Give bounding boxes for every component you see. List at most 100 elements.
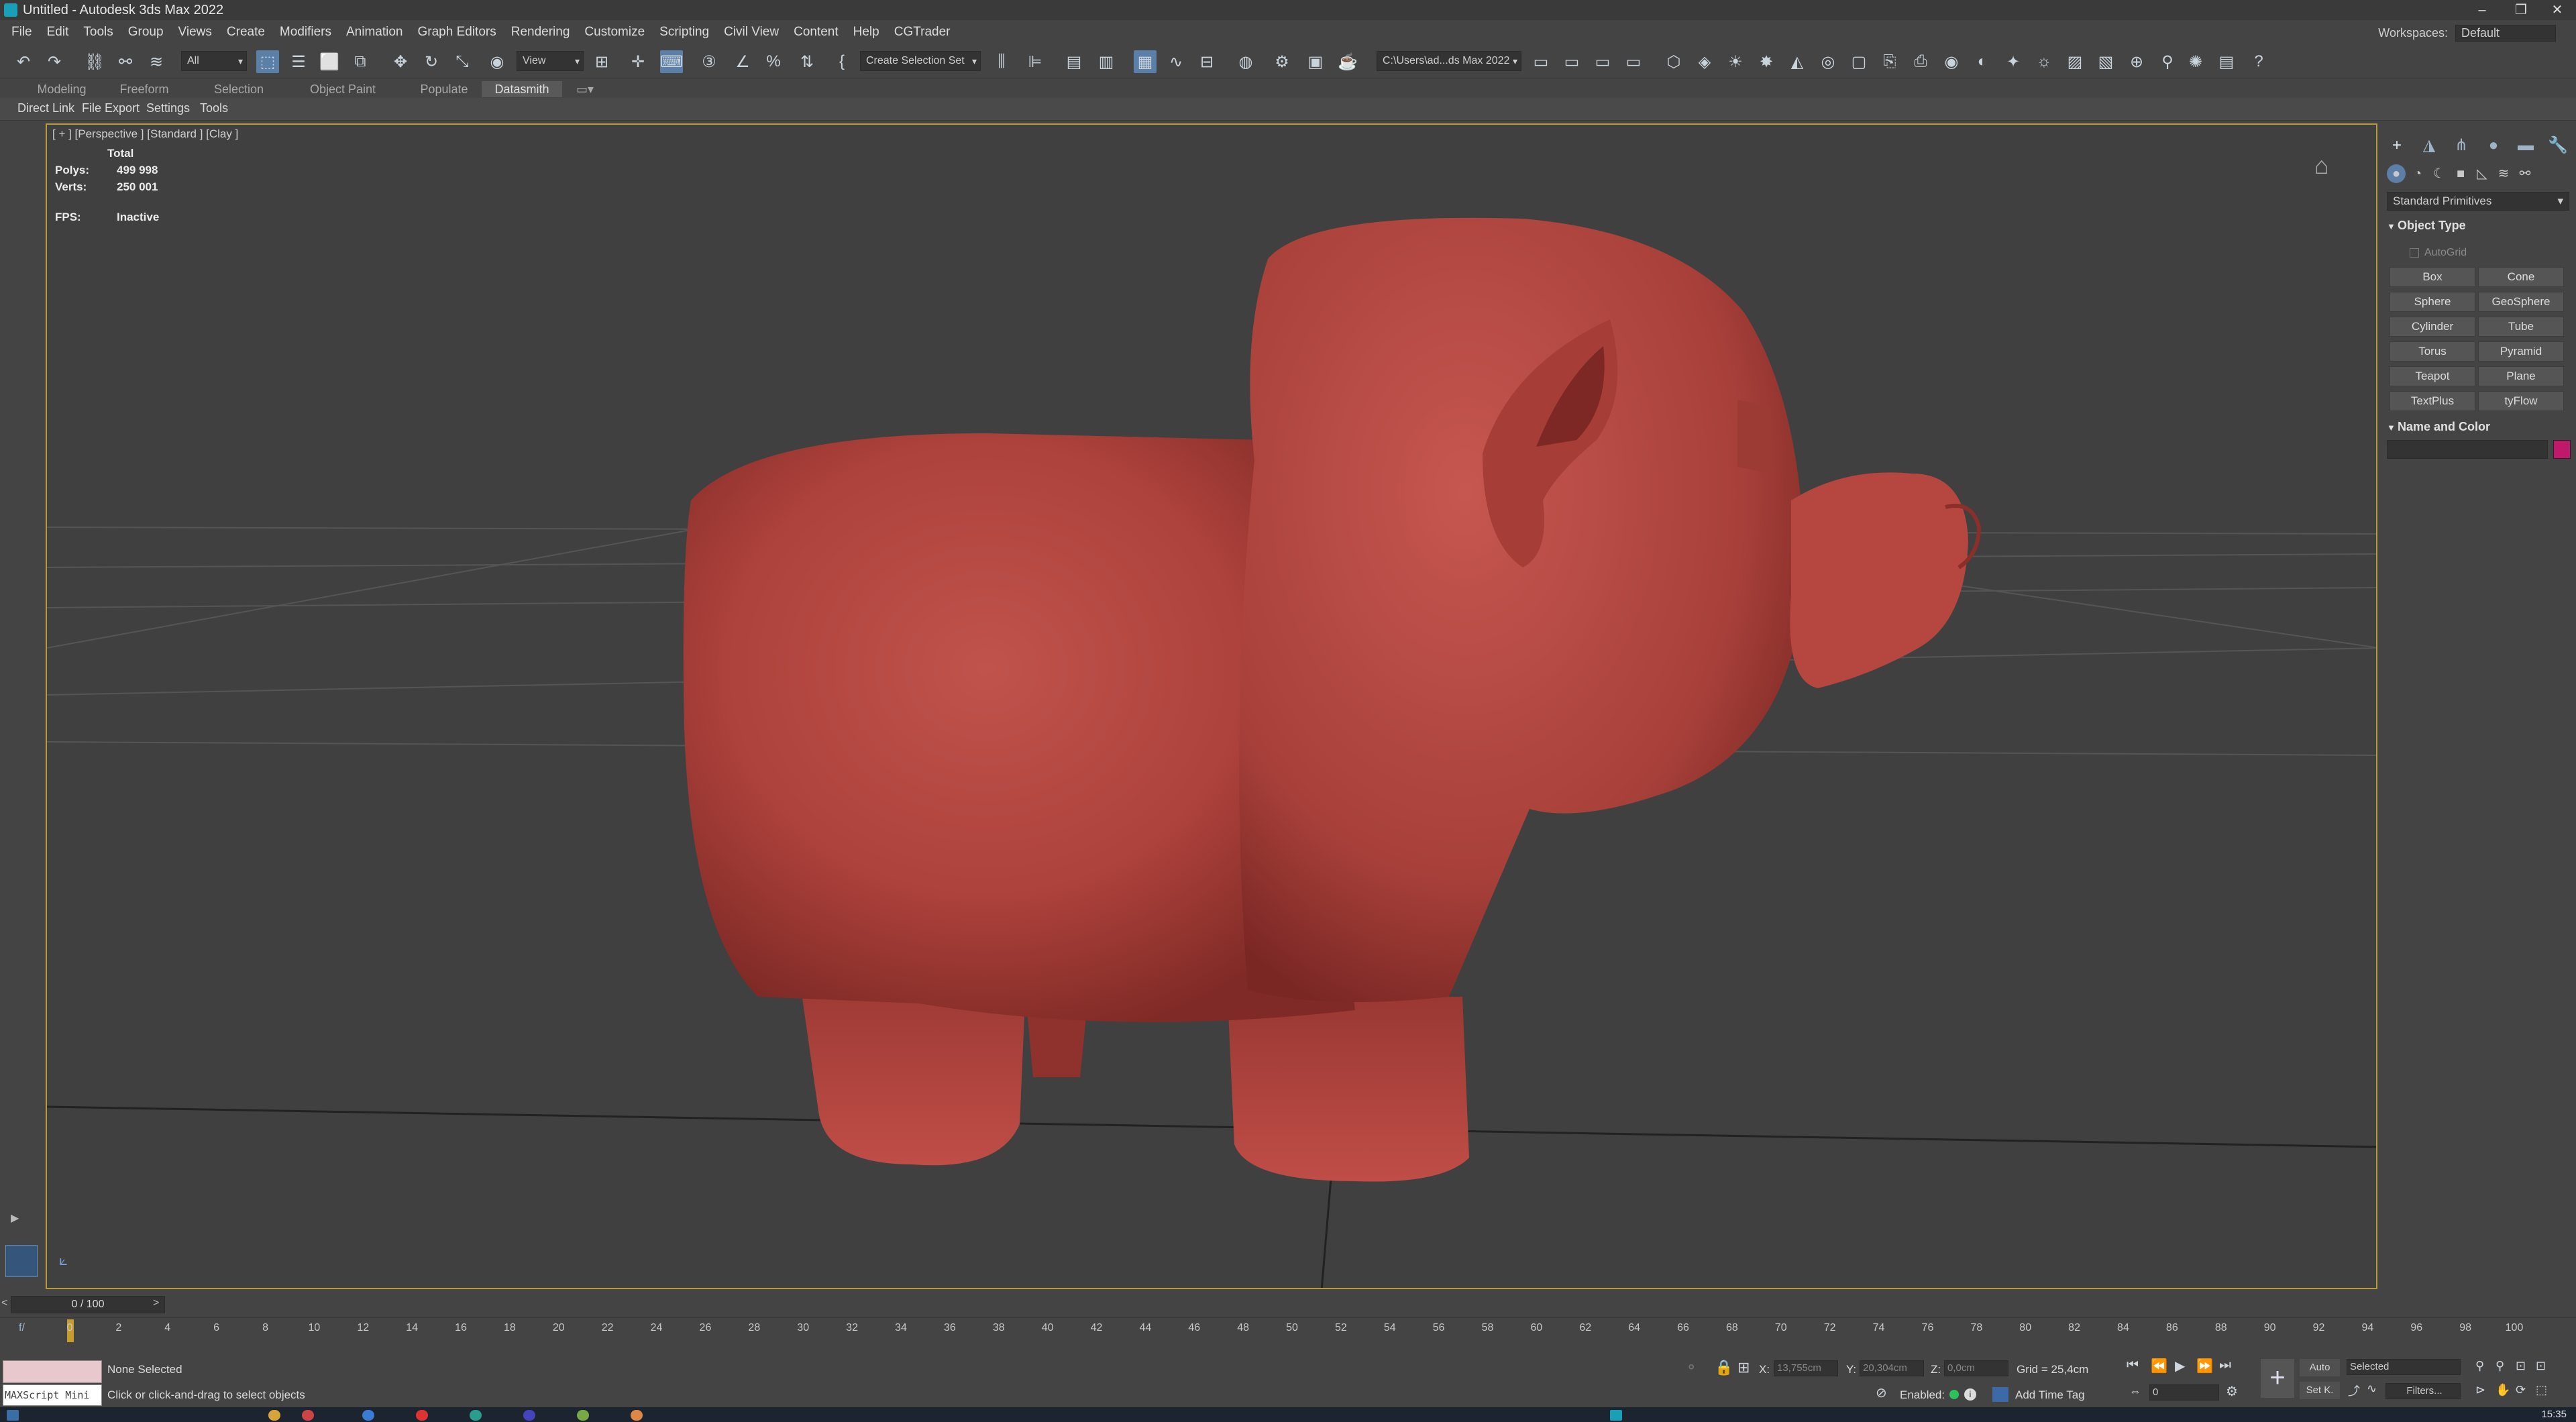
tool-icon-20[interactable]: ⚲	[2156, 50, 2179, 73]
datasmith-direct-link[interactable]: Direct Link	[17, 101, 74, 115]
cgtrader-icon[interactable]: ✺	[2184, 50, 2207, 73]
start-icon[interactable]	[7, 1410, 19, 1421]
track-bar[interactable]: f/ 0 2 4 6 8 10 12 14 16 18 20 22 24 26 28 30 32 34 36 38 40…	[0, 1317, 2576, 1350]
tool-icon-19[interactable]: ⊕	[2125, 50, 2148, 73]
tool-icon-7[interactable]: ✸	[1755, 50, 1778, 73]
viewcube-icon[interactable]: ⌂	[2314, 152, 2355, 179]
zoom-extents-icon[interactable]: ⊡	[2516, 1359, 2526, 1373]
maxscript-mini-field[interactable]: MAXScript Mini	[3, 1384, 102, 1406]
tool-icon-13[interactable]: ◉	[1940, 50, 1963, 73]
bind-spacewarp-icon[interactable]: ≋	[145, 50, 168, 73]
isolate-selection-icon[interactable]: ⚬	[1685, 1359, 1697, 1376]
z-coord-field[interactable]: 0,0cm	[1944, 1360, 2008, 1376]
move-icon[interactable]: ✥	[389, 50, 412, 73]
link-icon[interactable]: ⛓	[83, 50, 106, 73]
maximize-viewport-icon[interactable]: ⬚	[2536, 1383, 2547, 1397]
key-filter-dropdown[interactable]: Selected	[2347, 1359, 2461, 1375]
clay-pig-model[interactable]	[683, 217, 1982, 1182]
box-button[interactable]: Box	[2390, 267, 2475, 287]
taskbar-app-3-icon[interactable]	[362, 1410, 374, 1421]
material-editor-icon[interactable]: ◍	[1234, 50, 1257, 73]
menu-create[interactable]: Create	[219, 20, 272, 44]
maxscript-listener-field[interactable]	[3, 1360, 102, 1383]
tyflow-button[interactable]: tyFlow	[2478, 391, 2564, 411]
create-tab-icon[interactable]: +	[2387, 135, 2407, 156]
workspaces-selector[interactable]: Workspaces: Default	[2378, 25, 2556, 42]
hierarchy-tab-icon[interactable]: ⋔	[2451, 135, 2471, 156]
teapot-button[interactable]: Teapot	[2390, 366, 2475, 386]
modify-tab-icon[interactable]: ◮	[2419, 135, 2439, 156]
cameras-icon[interactable]: ■	[2451, 164, 2470, 183]
help-icon[interactable]: ?	[2247, 50, 2270, 73]
rect-selection-icon[interactable]: ⬜	[318, 50, 341, 73]
datasmith-settings[interactable]: Settings	[146, 101, 190, 115]
window-crossing-icon[interactable]: ⧉	[349, 50, 372, 73]
display-tab-icon[interactable]: ▬	[2516, 135, 2536, 156]
tool-icon-17[interactable]: ▨	[2063, 50, 2086, 73]
shapes-icon[interactable]: ◔	[2408, 164, 2427, 183]
cylinder-button[interactable]: Cylinder	[2390, 317, 2475, 337]
menu-scripting[interactable]: Scripting	[652, 20, 716, 44]
fov-icon[interactable]: ⊳	[2475, 1383, 2485, 1397]
menu-file[interactable]: File	[4, 20, 40, 44]
undo-icon[interactable]: ↶	[12, 50, 35, 73]
goto-end-icon[interactable]: ⏭	[2219, 1358, 2231, 1373]
schematic-view-icon[interactable]: ⊟	[1195, 50, 1218, 73]
datasmith-tools[interactable]: Tools	[200, 101, 228, 115]
key-tangent-2-icon[interactable]: ∿	[2367, 1382, 2377, 1396]
pyramid-button[interactable]: Pyramid	[2478, 341, 2564, 362]
pan-icon[interactable]: ✋	[2496, 1383, 2510, 1397]
tool-icon-5[interactable]: ⬡	[1662, 50, 1685, 73]
ref-coord-dropdown[interactable]: View	[517, 51, 584, 71]
taskbar-3dsmax-icon[interactable]	[1610, 1410, 1622, 1421]
info-icon[interactable]: i	[1964, 1388, 1976, 1401]
tool-icon-21[interactable]: ▤	[2215, 50, 2238, 73]
cone-button[interactable]: Cone	[2478, 267, 2564, 287]
taskbar-app-8-icon[interactable]	[631, 1410, 643, 1421]
object-color-swatch[interactable]	[2553, 440, 2571, 459]
sphere-button[interactable]: Sphere	[2390, 292, 2475, 312]
tool-icon-1[interactable]: ▭	[1529, 50, 1552, 73]
selection-filter-dropdown[interactable]: All	[181, 51, 247, 71]
orbit-icon[interactable]: ⟳	[2516, 1383, 2526, 1397]
menu-help[interactable]: Help	[846, 20, 887, 44]
project-folder-dropdown[interactable]: C:\Users\ad...ds Max 2022	[1377, 51, 1521, 71]
systems-icon[interactable]: ⚯	[2516, 164, 2534, 183]
utilities-tab-icon[interactable]: 🔧	[2548, 135, 2568, 156]
place-icon[interactable]: ◉	[486, 50, 508, 73]
toggle-ribbon-icon[interactable]: ▦	[1134, 50, 1157, 73]
lights-icon[interactable]: ☾	[2430, 164, 2449, 183]
tab-modeling[interactable]: Modeling	[27, 81, 97, 97]
add-time-tag[interactable]: Add Time Tag	[2015, 1388, 2085, 1402]
play-icon[interactable]: ▶	[2175, 1358, 2185, 1374]
taskbar-app-7-icon[interactable]	[577, 1410, 589, 1421]
absolute-mode-icon[interactable]: ⊞	[1737, 1359, 1750, 1376]
minimize-button[interactable]: –	[2463, 0, 2501, 20]
render-setup-icon[interactable]: ⚙	[1271, 50, 1293, 73]
viewport-layout-icon[interactable]	[5, 1245, 38, 1277]
percent-snap-icon[interactable]: %	[762, 50, 785, 73]
tool-icon-4[interactable]: ▭	[1622, 50, 1645, 73]
tab-freeform[interactable]: Freeform	[107, 81, 181, 97]
tool-icon-2[interactable]: ▭	[1560, 50, 1583, 73]
taskbar-app-1-icon[interactable]	[268, 1410, 280, 1421]
prev-frame-icon[interactable]: ⏪	[2151, 1358, 2167, 1374]
light-icon[interactable]: ☀	[1724, 50, 1747, 73]
unlink-icon[interactable]: ⚯	[114, 50, 137, 73]
render-icon[interactable]: ☕	[1336, 50, 1359, 73]
key-tangent-icon[interactable]: ⤴	[2348, 1382, 2360, 1399]
set-key-icon[interactable]: +	[2261, 1359, 2294, 1398]
motion-tab-icon[interactable]: ●	[2483, 135, 2504, 156]
tool-icon-9[interactable]: ◎	[1817, 50, 1839, 73]
menu-group[interactable]: Group	[121, 20, 171, 44]
menu-civil-view[interactable]: Civil View	[716, 20, 786, 44]
zoom-icon[interactable]: ⚲	[2475, 1359, 2484, 1373]
object-name-field[interactable]	[2387, 440, 2548, 459]
x-coord-field[interactable]: 13,755cm	[1774, 1360, 1838, 1376]
zoom-all-icon[interactable]: ⚲	[2496, 1359, 2504, 1373]
ribbon-options-icon[interactable]: ▭▾	[572, 81, 598, 97]
zoom-extents-all-icon[interactable]: ⊡	[2536, 1359, 2546, 1373]
autogrid-checkbox[interactable]: AutoGrid	[2410, 247, 2467, 259]
tool-icon-11[interactable]: ⎘	[1878, 50, 1901, 73]
close-button[interactable]: ✕	[2538, 0, 2576, 20]
